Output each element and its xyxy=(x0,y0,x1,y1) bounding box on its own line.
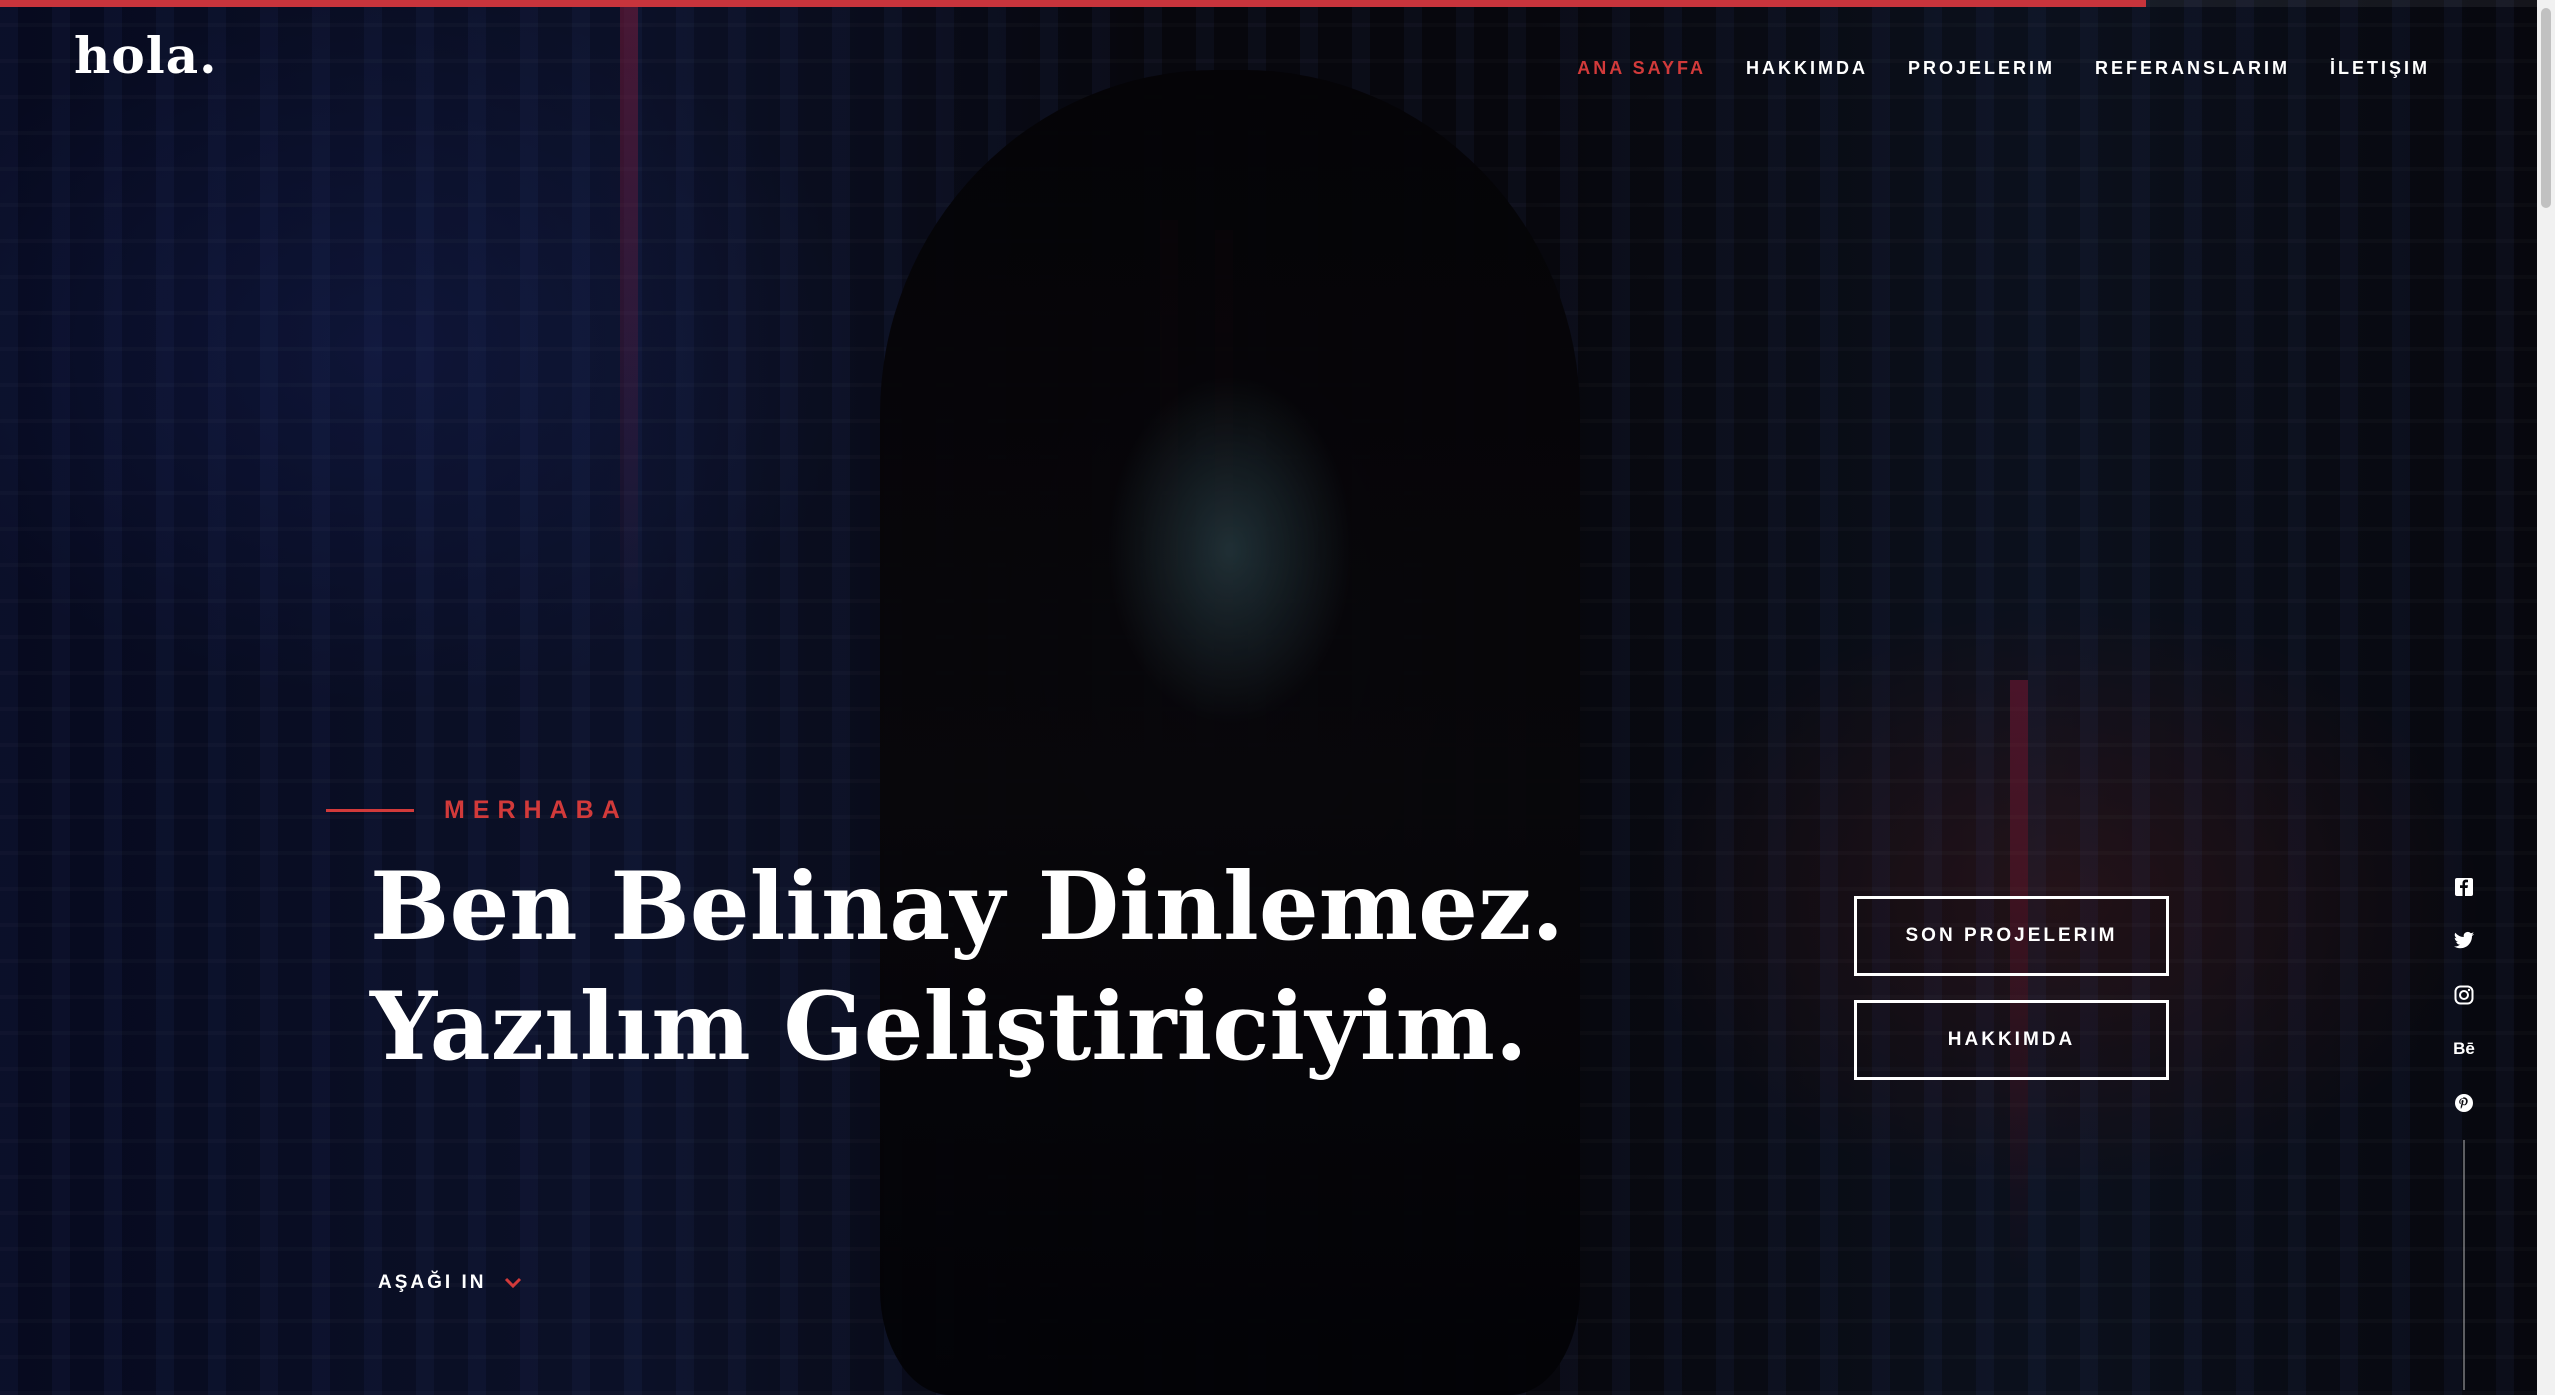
dark-overlay xyxy=(0,0,2555,1395)
nav-item-iletisim[interactable]: İLETIŞIM xyxy=(2330,58,2430,79)
social-divider-line xyxy=(2463,1140,2465,1390)
hero-title-line-1: Ben Belinay Dinlemez. xyxy=(370,852,1565,962)
scroll-down-link[interactable]: AŞAĞI IN xyxy=(378,1272,522,1294)
behance-label: Bē xyxy=(2453,1039,2475,1058)
scroll-progress-bar xyxy=(0,0,2555,7)
behance-icon[interactable]: Bē xyxy=(2447,1032,2481,1066)
hero-title-line-2: Yazılım Geliştiriciyim. xyxy=(370,972,1528,1082)
nav-item-referanslarim[interactable]: REFERANSLARIM xyxy=(2095,58,2290,79)
greeting-text: MERHABA xyxy=(444,796,628,824)
hero-content: MERHABA Ben Belinay Dinlemez. Yazılım Ge… xyxy=(326,796,1564,1087)
nav-item-ana-sayfa[interactable]: ANA SAYFA xyxy=(1577,58,1706,79)
main-navigation: ANA SAYFA HAKKIMDA PROJELERIM REFERANSLA… xyxy=(1577,58,2430,79)
chevron-down-icon xyxy=(504,1274,522,1293)
about-me-button[interactable]: HAKKIMDA xyxy=(1854,1000,2169,1080)
site-logo[interactable]: hola. xyxy=(74,26,218,85)
latest-projects-button[interactable]: SON PROJELERIM xyxy=(1854,896,2169,976)
scroll-progress-fill xyxy=(0,0,2147,7)
nav-item-projelerim[interactable]: PROJELERIM xyxy=(1908,58,2055,79)
instagram-icon[interactable] xyxy=(2447,978,2481,1012)
scroll-down-label: AŞAĞI IN xyxy=(378,1272,487,1293)
nav-item-hakkimda[interactable]: HAKKIMDA xyxy=(1746,58,1868,79)
page: hola. ANA SAYFA HAKKIMDA PROJELERIM REFE… xyxy=(0,0,2555,1395)
greeting-accent-line xyxy=(326,809,414,812)
hero-actions: SON PROJELERIM HAKKIMDA xyxy=(1854,896,2169,1080)
facebook-icon[interactable] xyxy=(2447,870,2481,904)
hero-title: Ben Belinay Dinlemez. Yazılım Geliştiric… xyxy=(370,847,1564,1087)
pinterest-icon[interactable] xyxy=(2447,1086,2481,1120)
twitter-icon[interactable] xyxy=(2447,924,2481,958)
page-scrollbar[interactable] xyxy=(2537,0,2555,1395)
hero-greeting: MERHABA xyxy=(326,796,1564,825)
scrollbar-thumb[interactable] xyxy=(2541,8,2551,208)
social-links: Bē xyxy=(2444,870,2484,1390)
